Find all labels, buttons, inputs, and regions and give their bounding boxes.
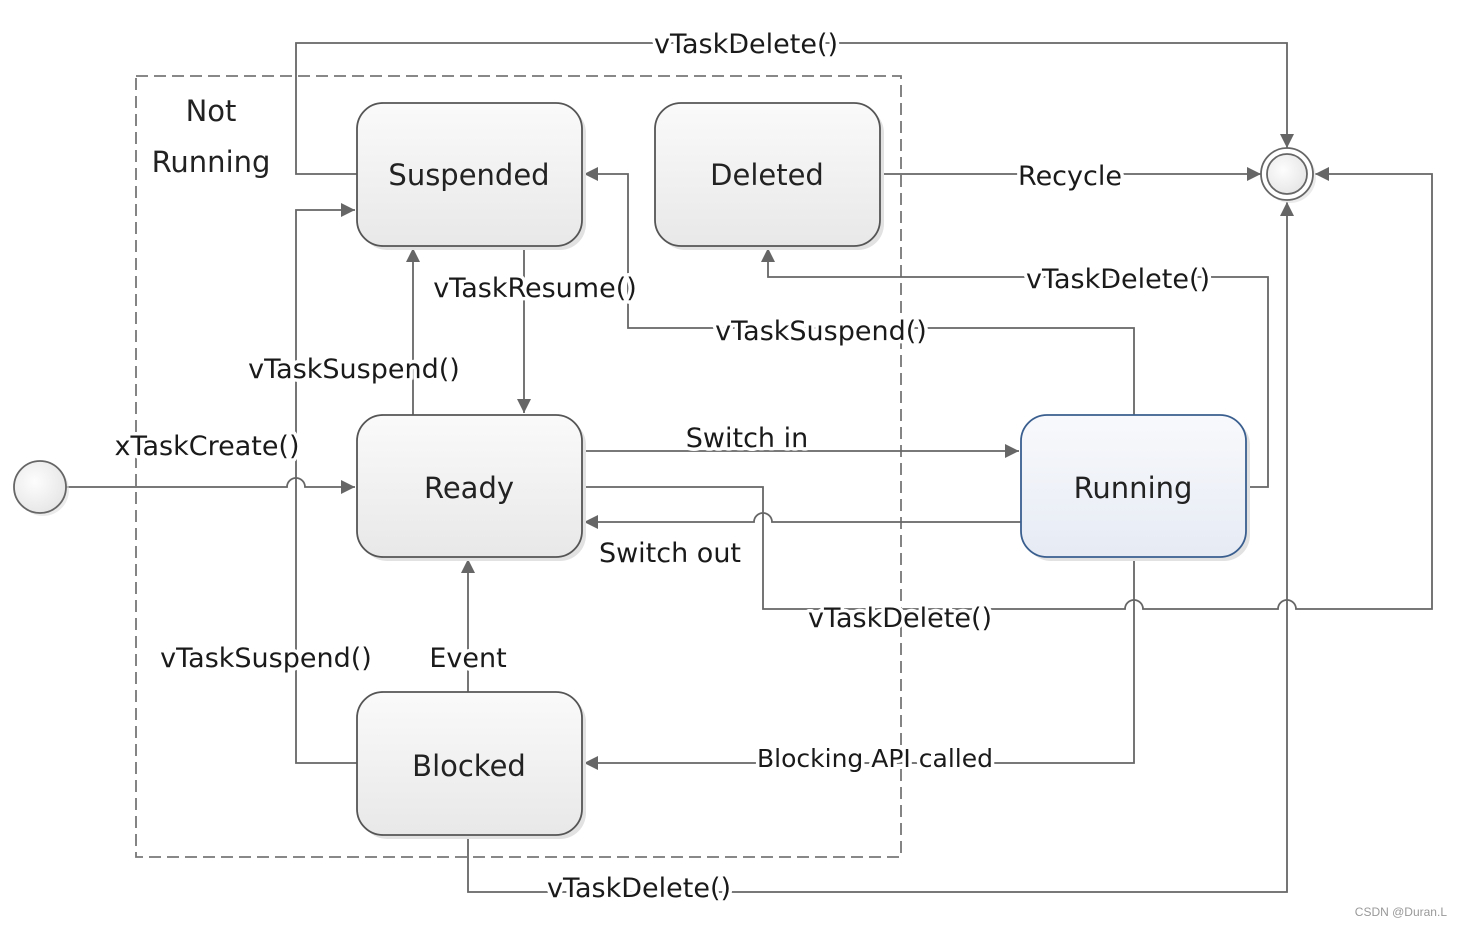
label-running-suspend: vTaskSuspend() xyxy=(715,316,927,347)
label-ready-delete: vTaskDelete() xyxy=(808,603,992,634)
state-ready-label: Ready xyxy=(424,471,514,505)
edge-blocking-api xyxy=(584,557,1135,770)
container-label-not: Not xyxy=(186,94,237,128)
label-ready-suspend: vTaskSuspend() xyxy=(248,354,460,385)
state-blocked: Blocked xyxy=(356,691,586,839)
watermark: CSDN @Duran.L xyxy=(1355,905,1448,919)
label-blocking-api: Blocking API called xyxy=(757,744,993,773)
state-suspended: Suspended xyxy=(356,102,586,250)
label-suspended-delete: vTaskDelete() xyxy=(654,29,838,60)
label-running-delete: vTaskDelete() xyxy=(1026,264,1210,295)
label-switch-in: Switch in xyxy=(686,423,808,454)
label-blocked-suspend: vTaskSuspend() xyxy=(160,643,372,674)
label-event: Event xyxy=(429,643,506,674)
edge-create xyxy=(66,477,355,494)
label-resume: vTaskResume() xyxy=(433,273,637,304)
state-blocked-label: Blocked xyxy=(412,749,526,783)
label-create: xTaskCreate() xyxy=(114,431,299,462)
container-label-running: Running xyxy=(152,145,271,179)
label-recycle: Recycle xyxy=(1018,161,1122,192)
state-deleted-label: Deleted xyxy=(710,158,824,192)
state-diagram: Not Running Suspended Deleted Ready Bloc… xyxy=(13,26,1448,919)
state-suspended-label: Suspended xyxy=(388,158,549,192)
label-blocked-delete: vTaskDelete() xyxy=(547,873,731,904)
state-running-label: Running xyxy=(1074,471,1193,505)
edge-switch-out xyxy=(584,512,1021,529)
state-deleted: Deleted xyxy=(654,102,884,250)
state-running: Running xyxy=(1020,414,1250,561)
initial-state xyxy=(13,460,67,514)
state-ready: Ready xyxy=(356,414,586,561)
label-switch-out: Switch out xyxy=(599,538,741,569)
